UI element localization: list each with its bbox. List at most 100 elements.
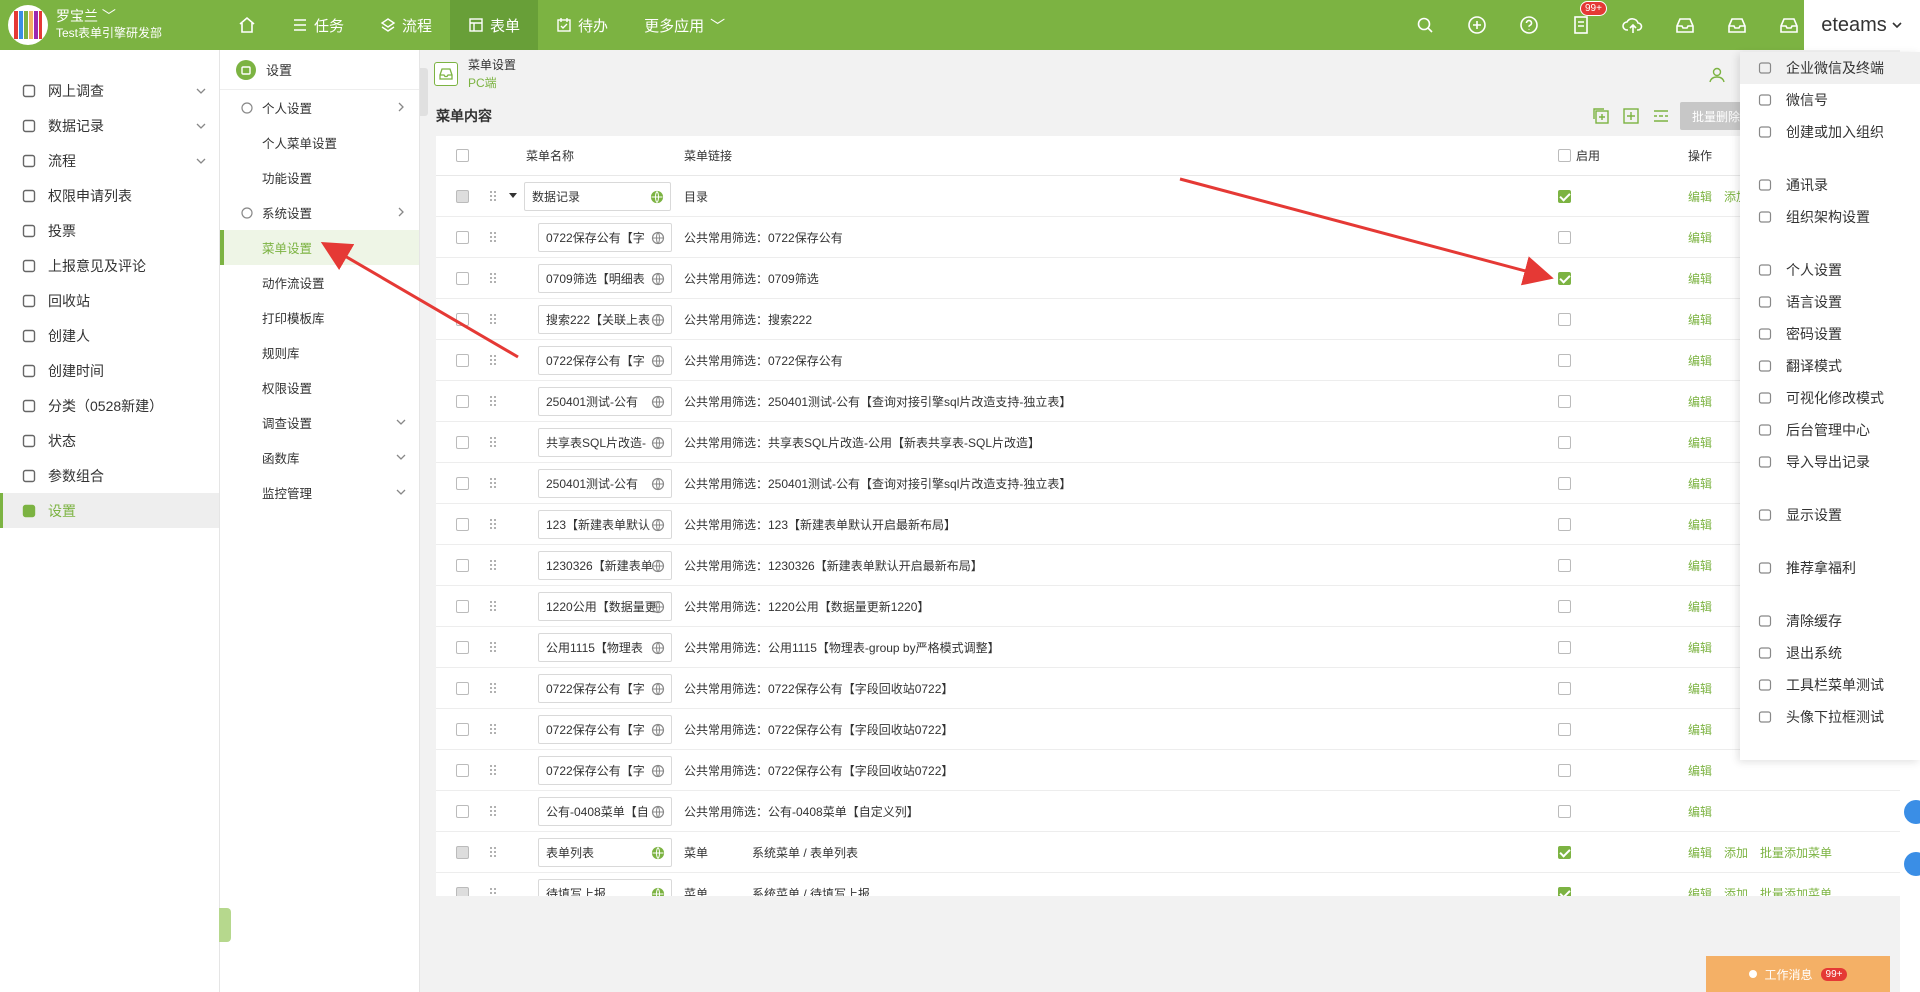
dropdown-item[interactable]: 个人设置 [1740,254,1920,286]
row-action-link[interactable]: 添加 [1724,885,1748,897]
nav-task[interactable]: 任务 [274,0,362,50]
drag-handle-icon[interactable] [489,272,497,284]
row-action-link[interactable]: 编辑 [1688,885,1712,897]
globe-icon[interactable] [651,313,665,327]
globe-icon[interactable] [651,231,665,245]
drag-handle-icon[interactable] [489,600,497,612]
sidebar-item[interactable]: 创建时间 [0,353,219,388]
row-checkbox[interactable] [456,763,469,777]
inbox-icon[interactable] [1778,14,1800,36]
globe-icon[interactable] [651,887,665,896]
dropdown-item[interactable]: 语言设置 [1740,286,1920,318]
sidebar-item[interactable]: 网上调查 [0,73,219,108]
settings-item[interactable]: 个人设置 [220,90,419,125]
brand-logo[interactable]: eteams [1804,0,1920,50]
dropdown-item[interactable]: 通讯录 [1740,169,1920,201]
enable-checkbox[interactable] [1558,436,1571,449]
globe-icon[interactable] [651,518,665,532]
menu-name-input[interactable]: 公有-0408菜单【自 [538,797,672,826]
menu-name-input[interactable]: 0722保存公有【字 [538,756,672,785]
dropdown-item[interactable]: 组织架构设置 [1740,201,1920,233]
settings-item[interactable]: 调查设置 [220,405,419,440]
row-checkbox[interactable] [456,435,469,449]
row-action-link[interactable]: 编辑 [1688,311,1712,328]
row-checkbox[interactable] [456,394,469,408]
menu-name-input[interactable]: 250401测试-公有 [538,469,672,498]
row-action-link[interactable]: 编辑 [1688,639,1712,656]
divider-icon[interactable] [1650,105,1672,127]
menu-name-input[interactable]: 0722保存公有【字 [538,674,672,703]
drag-handle-icon[interactable] [489,846,497,858]
enable-checkbox[interactable] [1558,518,1571,531]
globe-icon[interactable] [651,805,665,819]
enable-checkbox[interactable] [1558,600,1571,613]
add-circle-icon[interactable] [1466,14,1488,36]
enable-checkbox[interactable] [1558,395,1571,408]
sidebar-item[interactable]: 状态 [0,423,219,458]
drag-handle-icon[interactable] [489,518,497,530]
inbox-icon[interactable] [1726,14,1748,36]
dropdown-item[interactable]: 导入导出记录 [1740,446,1920,478]
enable-checkbox[interactable] [1558,641,1571,654]
user-menu[interactable]: 罗宝兰 ﹀ Test表单引擎研发部 [0,0,220,50]
dropdown-item[interactable]: 微信号 [1740,84,1920,116]
globe-icon[interactable] [651,682,665,696]
row-action-link[interactable]: 批量添加菜单 [1760,885,1832,897]
settings-item[interactable]: 权限设置 [220,370,419,405]
dropdown-item[interactable]: 推荐拿福利 [1740,552,1920,584]
row-checkbox[interactable] [456,640,469,654]
enable-all-checkbox[interactable] [1558,149,1571,162]
row-action-link[interactable]: 编辑 [1688,393,1712,410]
add-copy-icon[interactable] [1590,105,1612,127]
dropdown-item[interactable]: 工具栏菜单测试 [1740,669,1920,701]
globe-icon[interactable] [651,354,665,368]
settings-item[interactable]: 函数库 [220,440,419,475]
drag-handle-icon[interactable] [489,436,497,448]
search-icon[interactable] [1414,14,1436,36]
enable-checkbox[interactable] [1558,354,1571,367]
platform-tab[interactable]: PC端 [468,74,516,92]
floating-button[interactable] [1904,800,1920,824]
sidebar-item[interactable]: 分类（0528新建） [0,388,219,423]
globe-icon[interactable] [651,395,665,409]
nav-todo[interactable]: 待办 [538,0,626,50]
enable-checkbox[interactable] [1558,559,1571,572]
menu-name-input[interactable]: 0722保存公有【字 [538,715,672,744]
inbox-icon[interactable] [1674,14,1696,36]
enable-checkbox[interactable] [1558,805,1571,818]
nav-form[interactable]: 表单 [450,0,539,50]
drag-handle-icon[interactable] [489,723,497,735]
add-icon[interactable] [1620,105,1642,127]
globe-icon[interactable] [651,764,665,778]
drag-handle-icon[interactable] [489,805,497,817]
menu-name-input[interactable]: 0709筛选【明细表 [538,264,672,293]
menu-name-input[interactable]: 表单列表 [538,838,672,867]
drag-handle-icon[interactable] [489,641,497,653]
user-switch-icon[interactable] [1708,66,1726,84]
globe-icon[interactable] [651,846,665,860]
drag-handle-icon[interactable] [489,887,497,896]
drag-handle-icon[interactable] [489,354,497,366]
dropdown-item[interactable]: 后台管理中心 [1740,414,1920,446]
row-checkbox[interactable] [456,722,469,736]
notification-icon[interactable]: 99+ [1570,1,1607,36]
sidebar-item[interactable]: 投票 [0,213,219,248]
settings-item[interactable]: 系统设置 [220,195,419,230]
sidebar-item[interactable]: 回收站 [0,283,219,318]
row-action-link[interactable]: 编辑 [1688,352,1712,369]
row-action-link[interactable]: 添加 [1724,844,1748,861]
globe-icon[interactable] [651,600,665,614]
row-action-link[interactable]: 编辑 [1688,557,1712,574]
row-action-link[interactable]: 批量添加菜单 [1760,844,1832,861]
row-checkbox[interactable] [456,271,469,285]
menu-name-input[interactable]: 0722保存公有【字 [538,223,672,252]
globe-icon[interactable] [650,190,664,204]
settings-item[interactable]: 菜单设置 [220,230,419,265]
row-checkbox[interactable] [456,312,469,326]
row-action-link[interactable]: 编辑 [1688,803,1712,820]
row-checkbox[interactable] [456,476,469,490]
row-checkbox[interactable] [456,517,469,531]
sidebar-item[interactable]: 参数组合 [0,458,219,493]
enable-checkbox[interactable] [1558,231,1571,244]
enable-checkbox[interactable] [1558,723,1571,736]
